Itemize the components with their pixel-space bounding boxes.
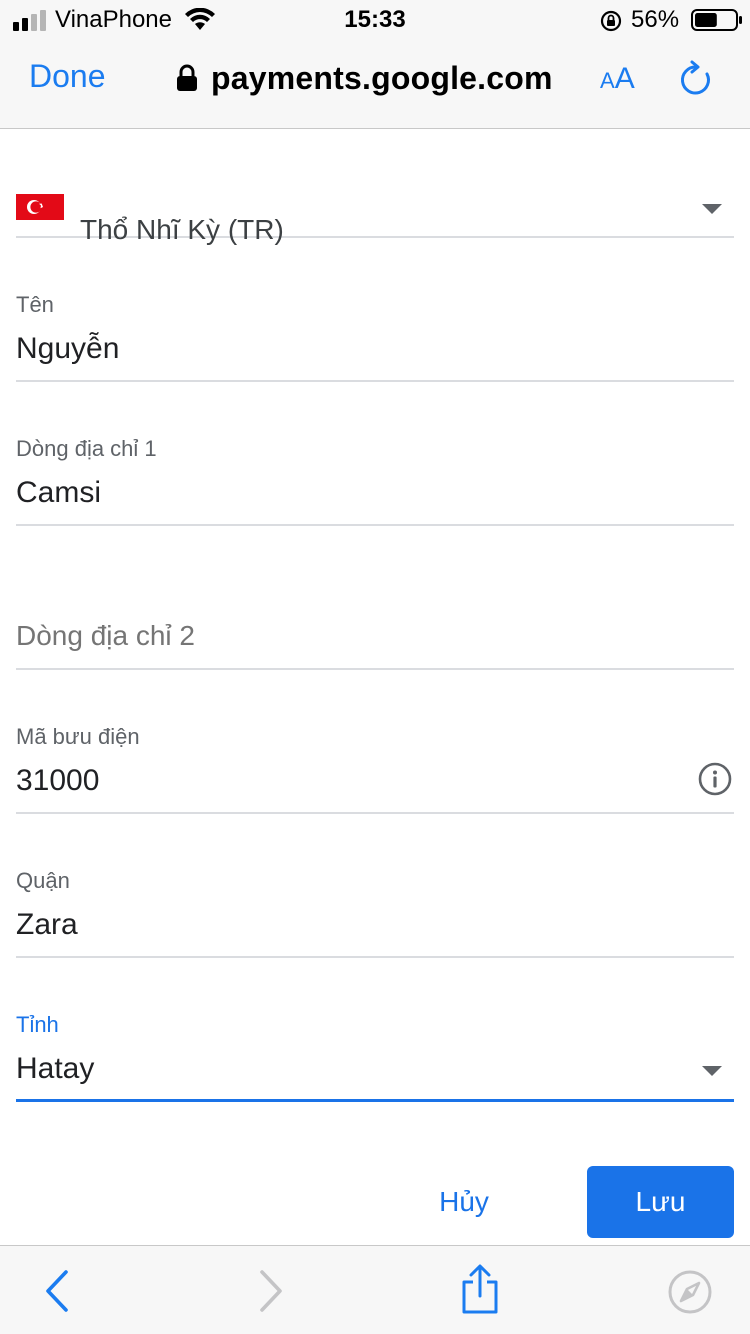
dropdown-arrow-icon	[702, 1066, 722, 1076]
back-icon[interactable]	[40, 1268, 74, 1314]
battery-percentage: 56%	[631, 6, 680, 33]
address-line-2-placeholder[interactable]: Dòng địa chỉ 2	[16, 620, 195, 652]
lock-icon	[177, 64, 197, 91]
done-button[interactable]: Done	[29, 58, 106, 95]
address-line-1-field[interactable]: Dòng địa chỉ 1 Camsi	[16, 432, 734, 526]
status-bar: VinaPhone 15:33 56%	[0, 0, 750, 40]
address-line-1-input[interactable]: Camsi	[16, 476, 101, 510]
url-display[interactable]: payments.google.com	[176, 58, 553, 98]
province-select[interactable]: Tỉnh Hatay	[16, 1008, 734, 1102]
name-field[interactable]: Tên Nguyễn	[16, 288, 734, 382]
address-line-2-field[interactable]: Dòng địa chỉ 2	[16, 576, 734, 670]
district-input[interactable]: Zara	[16, 908, 78, 942]
browser-toolbar	[0, 1245, 750, 1334]
dropdown-arrow-icon	[702, 204, 722, 214]
name-label: Tên	[16, 292, 54, 317]
cancel-button[interactable]: Hủy	[414, 1168, 514, 1236]
province-label: Tỉnh	[16, 1012, 59, 1037]
name-input[interactable]: Nguyễn	[16, 332, 119, 366]
text-size-small-a: A	[600, 68, 615, 93]
country-value: Thổ Nhĩ Kỳ (TR)	[80, 214, 284, 245]
district-field[interactable]: Quận Zara	[16, 864, 734, 958]
country-select[interactable]: Thổ Nhĩ Kỳ (TR)	[16, 170, 734, 245]
battery-icon	[691, 9, 742, 31]
forward-icon[interactable]	[254, 1268, 288, 1314]
address-line-1-label: Dòng địa chỉ 1	[16, 436, 157, 461]
text-size-button[interactable]: AA	[600, 62, 635, 96]
url-text: payments.google.com	[211, 59, 553, 96]
postal-code-field[interactable]: Mã bưu điện 31000	[16, 720, 734, 814]
compass-icon[interactable]	[666, 1268, 714, 1316]
text-size-large-a: A	[614, 62, 635, 95]
info-icon[interactable]	[698, 762, 732, 796]
rotation-lock-icon	[600, 10, 622, 32]
district-label: Quận	[16, 868, 70, 893]
share-icon[interactable]	[458, 1264, 502, 1314]
province-value[interactable]: Hatay	[16, 1052, 94, 1086]
save-button[interactable]: Lưu	[587, 1166, 734, 1238]
reload-icon[interactable]	[678, 60, 714, 98]
postal-code-input[interactable]: 31000	[16, 764, 99, 798]
turkey-flag-icon	[16, 194, 64, 220]
browser-address-bar: Done payments.google.com AA	[0, 40, 750, 129]
postal-code-label: Mã bưu điện	[16, 724, 140, 749]
